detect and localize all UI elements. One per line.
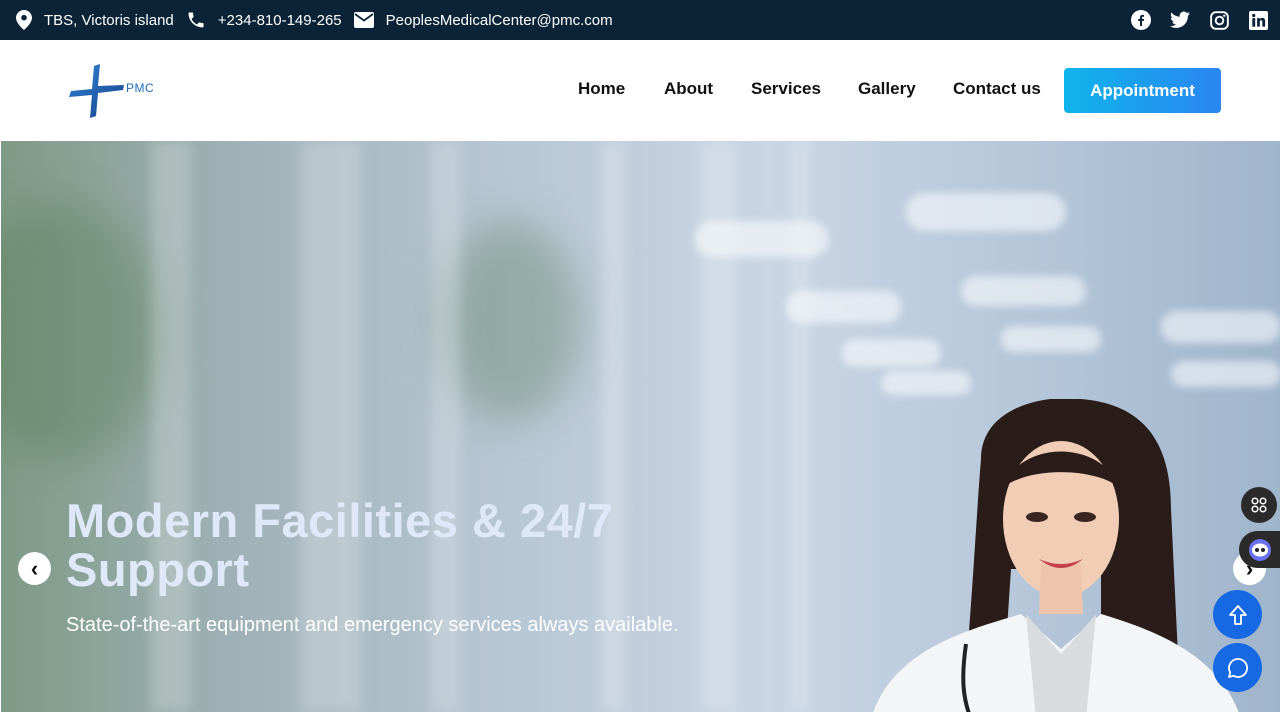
ceiling-light [961,276,1086,306]
logo-text: PMC [126,81,155,95]
ceiling-light [1171,361,1280,387]
envelope-icon [353,12,374,28]
hero-title: Modern Facilities & 24/7 Support [66,494,614,596]
medical-cross-icon [69,64,124,118]
background-foliage [1,201,161,461]
ceiling-light [1161,311,1280,343]
nav-home[interactable]: Home [578,79,625,99]
slider-prev-button[interactable]: ‹ [18,552,51,585]
scroll-to-top-button[interactable] [1213,590,1262,639]
top-info-bar: TBS, Victoris island +234-810-149-265 Pe… [0,0,1280,40]
arrow-up-icon [1228,604,1247,625]
phone-icon [188,12,204,28]
map-pin-icon [16,10,32,30]
apps-grid-button[interactable] [1241,487,1277,523]
grid-icon [1251,497,1267,513]
nav-contact-us[interactable]: Contact us [953,79,1041,99]
address-text: TBS, Victoris island [44,11,174,29]
ceiling-light [881,371,971,395]
chat-bubble-icon [1227,657,1248,678]
ceiling-light [906,193,1066,231]
ceiling-light [841,339,941,367]
chat-button[interactable] [1213,643,1262,692]
background-foliage [441,221,581,421]
nav-services[interactable]: Services [751,79,821,99]
address-item: TBS, Victoris island [16,10,174,30]
pmc-logo[interactable]: PMC [69,64,161,118]
social-links [1112,0,1268,40]
ceiling-light [786,291,901,323]
facebook-icon[interactable] [1131,10,1151,30]
hero-subtitle: State-of-the-art equipment and emergency… [66,614,679,636]
assistant-bot-button[interactable] [1239,531,1280,568]
linkedin-icon[interactable] [1248,10,1268,30]
robot-face-icon [1248,538,1271,561]
phone-item[interactable]: +234-810-149-265 [186,10,342,30]
nav-gallery[interactable]: Gallery [858,79,916,99]
instagram-icon[interactable] [1209,10,1229,30]
phone-text[interactable]: +234-810-149-265 [218,12,342,29]
appointment-button[interactable]: Appointment [1064,68,1221,113]
ceiling-light [694,221,829,257]
email-item[interactable]: PeoplesMedicalCenter@pmc.com [353,12,613,29]
ceiling-light [1001,326,1101,352]
hero-slider: Modern Facilities & 24/7 Support State-o… [1,141,1280,712]
site-header: PMC Home About Services Gallery Contact … [1,40,1280,141]
doctor-photo [873,399,1239,712]
email-text[interactable]: PeoplesMedicalCenter@pmc.com [386,12,613,29]
nav-about[interactable]: About [664,79,713,99]
twitter-icon[interactable] [1170,10,1190,30]
